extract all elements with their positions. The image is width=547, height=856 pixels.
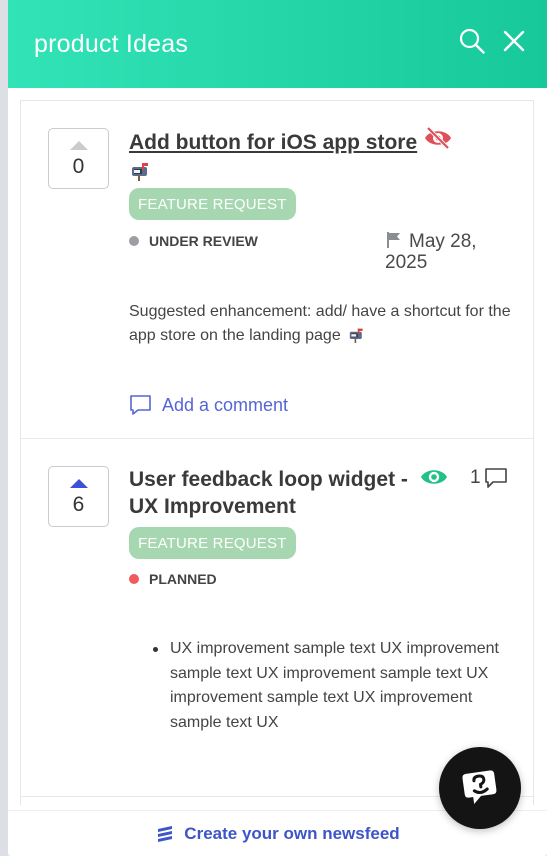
ideas-feed[interactable]: 0 Add button for iOS app store FEATURE R… — [20, 100, 534, 805]
upvote-arrow-icon — [69, 140, 88, 150]
post-status: UNDER REVIEW — [129, 233, 258, 249]
post-body-list: UX improvement sample text UX improvemen… — [153, 637, 520, 735]
post-title[interactable]: User feedback loop widget - UX Improveme… — [129, 466, 408, 520]
chat-support-icon — [462, 770, 497, 804]
post-body: Suggested enhancement: add/ have a short… — [129, 300, 514, 348]
mailbox-icon — [132, 163, 148, 181]
upvote-button[interactable]: 6 — [48, 466, 109, 527]
post-title-text: Add button for iOS app store — [129, 131, 418, 154]
widget-header: product Ideas — [8, 0, 547, 88]
product-ideas-widget: product Ideas 0 Add button for iOS app s… — [8, 0, 547, 856]
date-line1: May 28, — [409, 231, 477, 252]
create-newsfeed-label: Create your own newsfeed — [184, 823, 400, 843]
feature-request-tag: FEATURE REQUEST — [129, 188, 296, 220]
comment-icon — [484, 468, 507, 488]
page-backdrop — [0, 0, 8, 856]
search-icon — [459, 28, 485, 54]
close-icon — [503, 30, 525, 52]
upvote-button[interactable]: 0 — [48, 128, 109, 189]
status-label: PLANNED — [149, 571, 217, 587]
vote-count: 0 — [72, 154, 85, 178]
idea-post: 6 User feedback loop widget - UX Improve… — [21, 439, 533, 797]
upvote-arrow-icon — [69, 478, 88, 488]
list-item-text: UX improvement sample text UX improvemen… — [170, 640, 499, 731]
idea-post: 0 Add button for iOS app store FEATURE R… — [21, 101, 533, 439]
post-title-line1: User feedback loop widget - — [129, 468, 408, 491]
comment-count-value: 1 — [470, 467, 481, 488]
add-comment-link[interactable]: Add a comment — [129, 394, 288, 416]
comment-count[interactable]: 1 — [470, 467, 508, 489]
flag-icon — [387, 232, 400, 248]
widget-title: product Ideas — [34, 30, 189, 58]
comment-icon — [130, 395, 151, 415]
close-button[interactable] — [500, 27, 528, 55]
mailbox-icon — [349, 328, 363, 343]
vote-count: 6 — [72, 492, 85, 516]
create-newsfeed-link[interactable]: Create your own newsfeed — [155, 823, 400, 844]
feature-request-tag: FEATURE REQUEST — [129, 527, 296, 559]
post-title-link[interactable]: Add button for iOS app store — [129, 129, 417, 156]
bullet-icon — [153, 647, 158, 652]
post-body-text: Suggested enhancement: add/ have a short… — [129, 303, 511, 344]
eye-icon — [421, 470, 447, 484]
newsfeed-logo-icon — [158, 825, 173, 842]
chat-support-button[interactable] — [439, 747, 521, 829]
status-dot — [129, 236, 139, 246]
eye-off-icon — [425, 126, 451, 150]
post-status: PLANNED — [129, 571, 217, 587]
status-label: UNDER REVIEW — [149, 233, 258, 249]
date-line2: 2025 — [385, 252, 428, 273]
status-dot — [129, 574, 139, 584]
post-title-line2: UX Improvement — [129, 495, 296, 518]
add-comment-label: Add a comment — [162, 394, 289, 415]
search-button[interactable] — [458, 27, 486, 55]
post-date: May 28, 2025 — [385, 231, 477, 273]
list-item: UX improvement sample text UX improvemen… — [153, 637, 520, 735]
